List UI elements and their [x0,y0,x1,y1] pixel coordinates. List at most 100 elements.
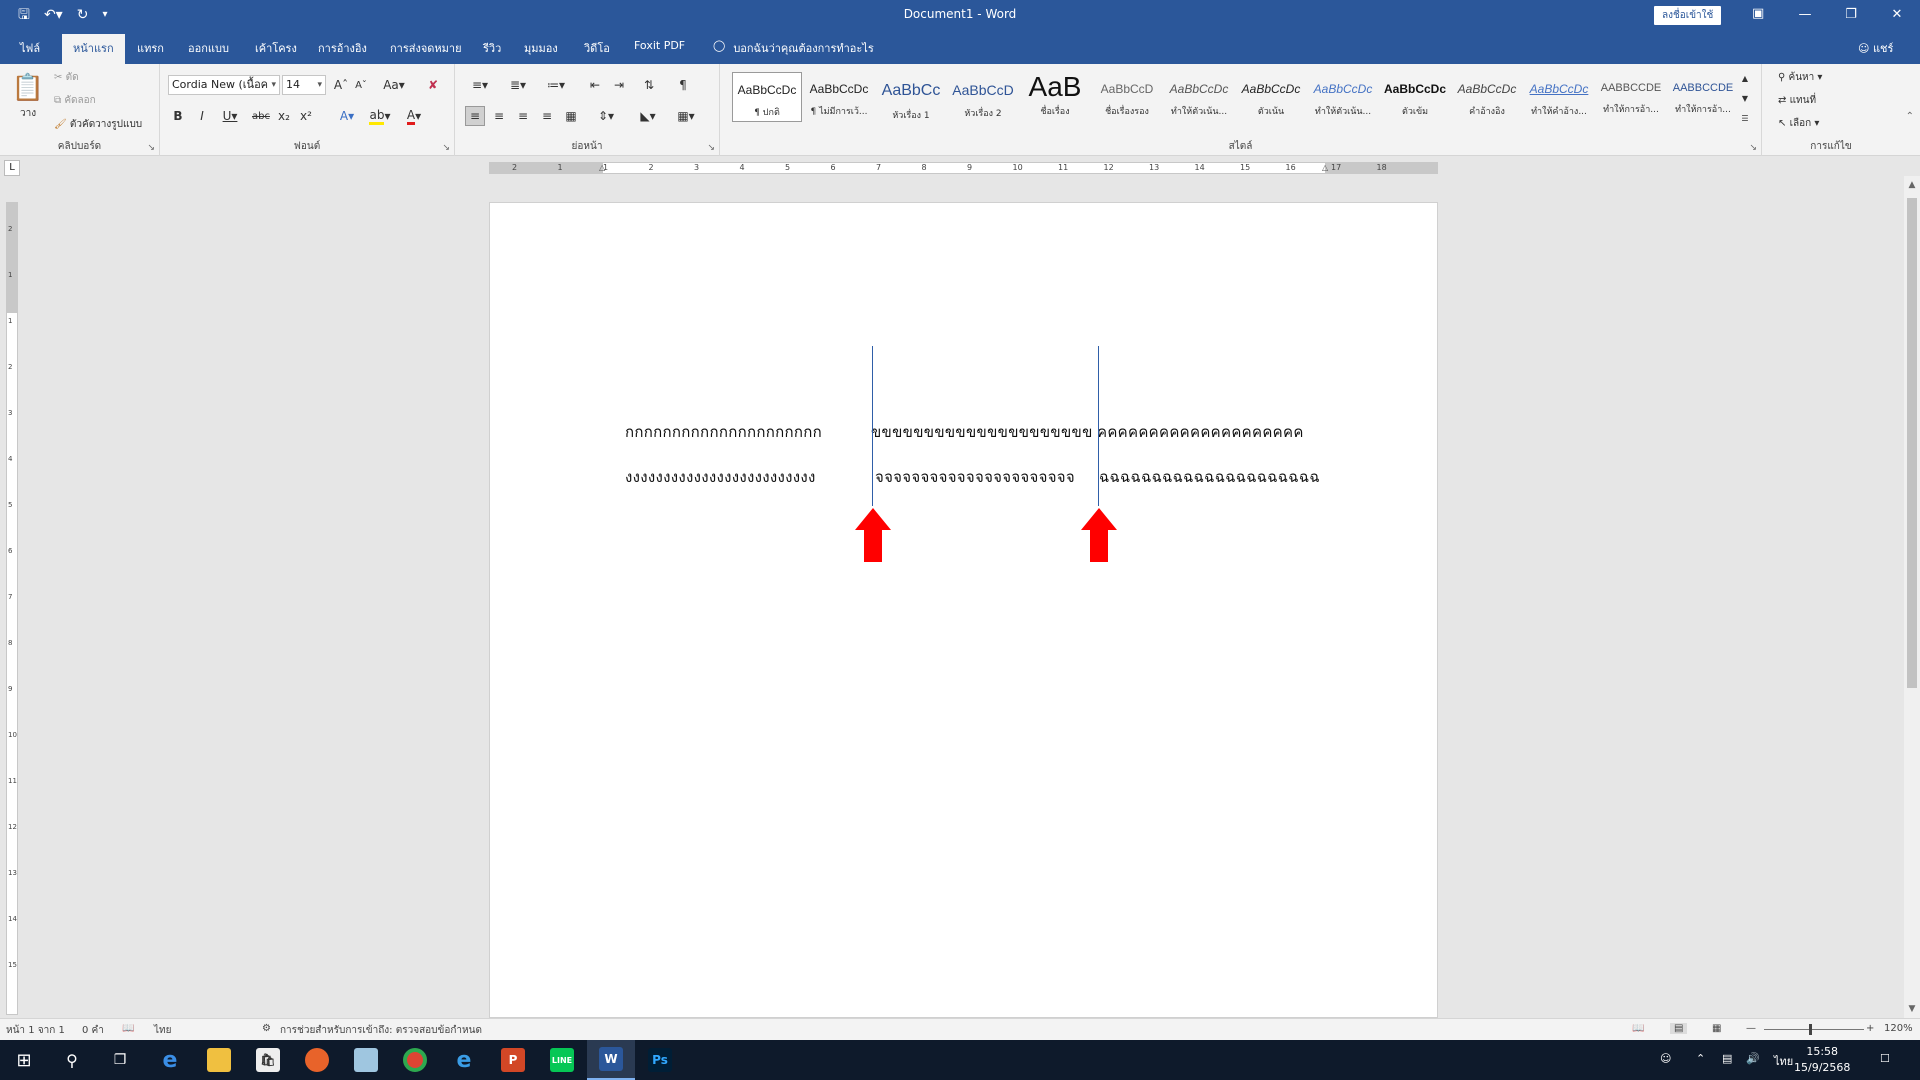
start-icon[interactable]: ⊞ [0,1040,48,1080]
line-spacing-icon[interactable]: ⇕▾ [591,106,621,126]
show-hide-marks-icon[interactable]: ¶ [673,76,693,94]
doc-text-line2-col2[interactable]: จจจจจจจจจจจจจจจจจจจจจจ [875,465,1075,489]
numbering-icon[interactable]: ≣▾ [503,76,533,94]
share-button[interactable]: ☺ แชร์ [1858,39,1893,57]
underline-icon[interactable]: U▾ [216,106,244,126]
tab-insert[interactable]: แทรก [137,39,164,57]
decrease-indent-icon[interactable]: ⇤ [585,76,605,94]
increase-indent-icon[interactable]: ⇥ [609,76,629,94]
scroll-up-icon[interactable]: ▲ [1904,180,1920,190]
style-gallery-item[interactable]: AaBbCcDc ตัวเข้ม [1380,72,1450,122]
task-view-icon[interactable]: ❐ [96,1040,144,1080]
doc-text-line2-col3[interactable]: ฉฉฉฉฉฉฉฉฉฉฉฉฉฉฉฉฉฉฉฉฉ [1099,465,1320,489]
font-size-combo[interactable]: 14 [282,75,326,95]
document-page[interactable]: กกกกกกกกกกกกกกกกกกกกก ขขขขขขขขขขขขขขขขขข… [489,202,1438,1018]
powerpoint-icon[interactable]: P [489,1040,537,1080]
format-painter-button[interactable]: 🖌 ตัวคัดวางรูปแบบ [54,117,142,132]
tab-view[interactable]: มุมมอง [524,39,558,57]
highlight-icon[interactable]: ab ▾ [366,106,394,126]
zoom-slider-thumb[interactable] [1809,1024,1812,1035]
superscript-icon[interactable]: x² [296,106,316,126]
store-icon[interactable]: 🛍 [244,1040,292,1080]
accessibility-status[interactable]: การช่วยสำหรับการเข้าถึง: ตรวจสอบข้อกำหนด [280,1023,482,1038]
doc-text-line1-col2[interactable]: ขขขขขขขขขขขขขขขขขขขขข [871,420,1093,444]
copy-button[interactable]: ⧉ คัดลอก [54,93,96,108]
tab-video[interactable]: วิดีโอ [584,39,610,57]
text-effects-icon[interactable]: A▾ [334,106,360,126]
print-layout-icon[interactable]: ▤ [1670,1023,1688,1034]
tab-design[interactable]: ออกแบบ [188,39,229,57]
align-right-icon[interactable]: ≡ [513,106,533,126]
style-gallery-item[interactable]: AaBbCcDc ¶ ปกติ [732,72,802,122]
font-color-icon[interactable]: A ▾ [400,106,428,126]
zoom-in-icon[interactable]: + [1866,1023,1874,1034]
multilevel-list-icon[interactable]: ≔▾ [541,76,571,94]
vertical-scrollbar[interactable]: ▲ ▼ [1904,176,1920,1018]
style-gallery-item[interactable]: AaBbCcD ชื่อเรื่องรอง [1092,72,1162,122]
indent-marker-icon[interactable]: △ [599,163,605,172]
strikethrough-icon[interactable]: abc [250,106,272,126]
ie-icon[interactable]: e [440,1040,488,1080]
tab-file[interactable]: ไฟล์ [20,39,40,57]
gallery-scroll-up-icon[interactable]: ▲ [1738,70,1752,86]
find-button[interactable]: ⚲ ค้นหา ▾ [1778,70,1822,85]
shading-icon[interactable]: ◣▾ [633,106,663,126]
style-gallery-item[interactable]: AABBCCDE ทำให้การอ้า... [1596,72,1666,122]
tab-layout[interactable]: เค้าโครง [255,39,297,57]
grow-font-icon[interactable]: Aˆ [332,76,350,94]
restore-icon[interactable]: ❐ [1828,0,1874,30]
scroll-thumb[interactable] [1907,198,1917,688]
web-layout-icon[interactable]: ▦ [1712,1023,1721,1034]
tab-selector[interactable]: L [4,160,20,176]
cut-button[interactable]: ✂ ตัด [54,70,79,85]
font-dialog-launcher-icon[interactable]: ↘ [442,143,450,153]
style-gallery-item[interactable]: AaBbCc หัวเรื่อง 1 [876,72,946,122]
distributed-icon[interactable]: ▦ [561,106,581,126]
zoom-level[interactable]: 120% [1884,1023,1913,1034]
network-icon[interactable]: ▤ [1722,1052,1732,1065]
clear-formatting-icon[interactable]: ✘ [424,76,442,94]
word-count[interactable]: 0 คำ [82,1023,104,1038]
tab-mailings[interactable]: การส่งจดหมาย [390,39,462,57]
vertical-ruler[interactable]: 2 1 1 2 3 4 5 6 7 8 9 10 11 12 13 14 15 [6,202,18,1015]
tab-home[interactable]: หน้าแรก [62,34,125,64]
file-explorer-icon[interactable] [195,1040,243,1080]
read-mode-icon[interactable]: 📖 [1632,1023,1644,1034]
firefox-icon[interactable] [293,1040,341,1080]
paste-label[interactable]: วาง [20,106,36,121]
collapse-ribbon-icon[interactable]: ⌃ [1906,111,1914,122]
zoom-out-icon[interactable]: — [1746,1023,1756,1034]
tab-foxit-pdf[interactable]: Foxit PDF [634,39,685,52]
edge-icon[interactable]: e [146,1040,194,1080]
select-button[interactable]: ↖ เลือก ▾ [1778,116,1819,131]
font-name-combo[interactable]: Cordia New (เนื้อค [168,75,280,95]
language-indicator[interactable]: ไทย [154,1023,171,1038]
doc-text-line1-col3[interactable]: คคคคคคคคคคคคคคคคคคคค [1097,420,1304,444]
show-hidden-icons-icon[interactable]: ⌃ [1696,1052,1705,1065]
doc-text-line1-col1[interactable]: กกกกกกกกกกกกกกกกกกกกก [625,420,822,444]
tab-review[interactable]: รีวิว [483,39,501,57]
style-gallery-item[interactable]: AaBbCcDc ตัวเน้น [1236,72,1306,122]
doc-text-line2-col1[interactable]: งงงงงงงงงงงงงงงงงงงงงงงงง [625,465,816,489]
line-icon[interactable]: LINE [538,1040,586,1080]
change-case-icon[interactable]: Aa▾ [382,76,406,94]
sort-icon[interactable]: ⇅ [639,76,659,94]
accessibility-icon[interactable]: ⚙ [262,1023,271,1034]
gallery-more-icon[interactable]: ☰ [1738,110,1752,126]
style-gallery-item[interactable]: AaBbCcDc ทำให้ตัวเน้น... [1308,72,1378,122]
style-gallery-item[interactable]: AaBbCcD หัวเรื่อง 2 [948,72,1018,122]
paste-icon[interactable]: 📋 [12,70,44,106]
search-icon[interactable]: ⚲ [48,1040,96,1080]
subscript-icon[interactable]: x₂ [274,106,294,126]
tell-me-box[interactable]: ◯ บอกฉันว่าคุณต้องการทำอะไร [713,39,874,57]
tab-references[interactable]: การอ้างอิง [318,39,367,57]
shrink-font-icon[interactable]: Aˇ [352,76,370,94]
align-left-icon[interactable]: ≡ [465,106,485,126]
style-gallery-item[interactable]: AaBbCcDc ทำให้คำอ้าง... [1524,72,1594,122]
clipboard-dialog-launcher-icon[interactable]: ↘ [147,143,155,153]
volume-icon[interactable]: 🔊 [1746,1052,1760,1065]
scroll-down-icon[interactable]: ▼ [1904,1004,1920,1014]
proofing-icon[interactable]: 📖 [122,1023,134,1034]
people-icon[interactable]: ☺ [1660,1052,1671,1065]
horizontal-ruler[interactable]: 2 1 1 2 3 4 5 6 7 8 9 10 11 12 13 14 15 16 17 18 △ △ [489,162,1438,174]
